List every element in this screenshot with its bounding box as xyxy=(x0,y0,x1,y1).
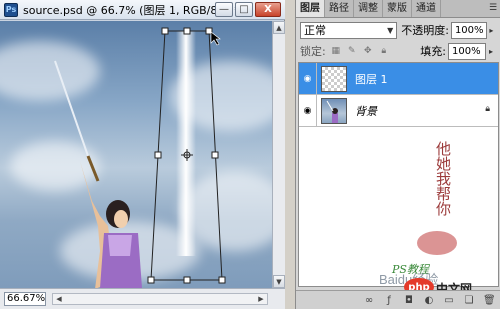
character-top xyxy=(108,235,132,256)
lock-label: 锁定: xyxy=(300,45,326,58)
scroll-down-arrow-icon[interactable]: ▼ xyxy=(273,275,285,288)
chevron-down-icon: ▼ xyxy=(387,25,394,35)
new-layer-icon[interactable]: ❏ xyxy=(463,295,475,306)
tab-channels[interactable]: 通道 xyxy=(412,0,441,17)
scroll-up-arrow-icon[interactable]: ▲ xyxy=(273,21,285,34)
lock-icon: 🔒︎ xyxy=(485,104,490,114)
scroll-right-arrow-icon[interactable]: ▶ xyxy=(255,294,267,304)
horizontal-scrollbar[interactable]: ◀ ▶ xyxy=(52,293,268,305)
mask-icon[interactable]: ◘ xyxy=(403,295,415,306)
layer-row-background[interactable]: ◉ 背景 🔒︎ xyxy=(299,94,498,127)
transform-handle[interactable] xyxy=(183,276,191,284)
vertical-scrollbar[interactable]: ▲ ▼ xyxy=(272,21,285,288)
document-window: Ps source.psd @ 66.7% (图层 1, RGB/8#) * —… xyxy=(0,0,285,309)
link-icon[interactable]: ∞ xyxy=(363,295,375,306)
lock-transparent-icon[interactable]: ▦ xyxy=(330,45,342,57)
layer-row-layer1[interactable]: ◉ 图层 1 xyxy=(299,62,498,95)
scroll-left-arrow-icon[interactable]: ◀ xyxy=(53,294,65,304)
eye-icon[interactable]: ◉ xyxy=(299,62,317,95)
panel-tabs: 图层 路径 调整 蒙版 通道 ☰ xyxy=(296,0,500,18)
layer-thumbnail[interactable] xyxy=(321,97,347,124)
tab-paths[interactable]: 路径 xyxy=(325,0,354,17)
character-face xyxy=(114,210,128,228)
document-title: source.psd @ 66.7% (图层 1, RGB/8#) * xyxy=(23,3,240,17)
minimize-button[interactable]: — xyxy=(215,2,233,17)
blend-mode-select[interactable]: 正常 ▼ xyxy=(300,21,398,39)
tab-masks[interactable]: 蒙版 xyxy=(383,0,412,17)
fill-label: 填充: xyxy=(420,45,446,58)
trash-icon[interactable]: 🗑︎ xyxy=(483,295,496,306)
blend-opacity-row: 正常 ▼ 不透明度: 100% ▸ xyxy=(300,21,496,39)
layers-panel: 图层 路径 调整 蒙版 通道 ☰ 正常 ▼ 不透明度: 100% ▸ 锁定: ▦… xyxy=(295,0,500,309)
layer-name[interactable]: 图层 1 xyxy=(355,71,388,87)
blend-mode-value: 正常 xyxy=(304,23,326,37)
transform-handle[interactable] xyxy=(211,151,219,159)
photoshop-icon: Ps xyxy=(4,2,18,17)
lock-all-icon[interactable]: 🔒︎ xyxy=(378,45,390,57)
transform-handle[interactable] xyxy=(154,151,162,159)
sword-hilt xyxy=(86,155,100,182)
canvas-artwork xyxy=(54,27,226,288)
layer-name[interactable]: 背景 xyxy=(355,103,377,119)
zoom-level-field[interactable]: 66.67% xyxy=(4,292,46,306)
lock-position-icon[interactable]: ✥ xyxy=(362,45,374,57)
folder-icon[interactable]: ▭ xyxy=(443,295,455,306)
document-titlebar[interactable]: Ps source.psd @ 66.7% (图层 1, RGB/8#) * —… xyxy=(0,0,285,20)
maximize-button[interactable]: □ xyxy=(235,2,253,17)
seal-stamp xyxy=(417,231,457,255)
close-button[interactable]: X xyxy=(255,2,281,17)
tab-layers[interactable]: 图层 xyxy=(296,0,325,17)
lock-paint-icon[interactable]: ✎ xyxy=(346,45,358,57)
fill-input[interactable]: 100% xyxy=(448,42,486,60)
lock-fill-row: 锁定: ▦ ✎ ✥ 🔒︎ 填充: 100% ▸ xyxy=(300,42,496,60)
transform-handle[interactable] xyxy=(218,276,226,284)
layer-thumbnail[interactable] xyxy=(321,65,347,92)
adjustment-icon[interactable]: ◐ xyxy=(423,295,435,306)
panel-footer: ∞ ƒ ◘ ◐ ▭ ❏ 🗑︎ xyxy=(296,290,500,309)
fill-slider-arrow-icon[interactable]: ▸ xyxy=(486,47,496,56)
status-bar: 66.67% ◀ ▶ xyxy=(0,288,285,309)
layers-list: ◉ 图层 1 ◉ 背景 🔒︎ 他她我帮你 PS教程 Baidu经验 xyxy=(298,62,499,287)
image-canvas[interactable] xyxy=(0,21,272,288)
sword-blade xyxy=(54,60,89,157)
tab-adjustments[interactable]: 调整 xyxy=(354,0,383,17)
fx-icon[interactable]: ƒ xyxy=(383,295,395,306)
opacity-slider-arrow-icon[interactable]: ▸ xyxy=(487,26,496,35)
cursor-icon xyxy=(210,31,221,46)
watermark-vertical-text: 他她我帮你 xyxy=(434,141,452,216)
light-beam xyxy=(176,31,196,256)
opacity-input[interactable]: 100% xyxy=(450,21,487,39)
transform-handle[interactable] xyxy=(147,276,155,284)
opacity-label: 不透明度: xyxy=(401,24,449,37)
panel-menu-icon[interactable]: ☰ xyxy=(486,0,500,17)
transform-handle[interactable] xyxy=(183,27,191,35)
eye-icon[interactable]: ◉ xyxy=(299,94,317,127)
window-controls: — □ X xyxy=(215,2,281,17)
transform-handle[interactable] xyxy=(161,27,169,35)
